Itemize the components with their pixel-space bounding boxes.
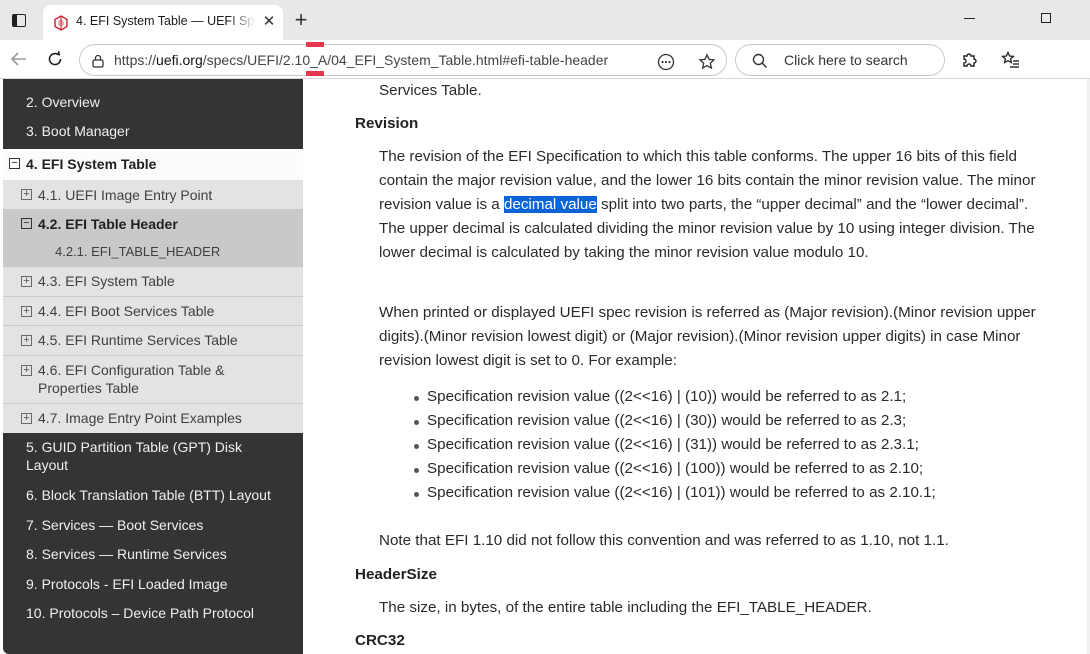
expand-icon[interactable]: + xyxy=(21,413,32,424)
search-placeholder: Click here to search xyxy=(784,52,908,68)
revision-examples-list: Specification revision value ((2<<16) | … xyxy=(379,385,1039,505)
sidebar-item-overview[interactable]: 2. Overview xyxy=(3,93,303,113)
list-item: Specification revision value ((2<<16) | … xyxy=(379,409,1039,433)
sidebar-item-label: 5. GUID Partition Table (GPT) Disk Layou… xyxy=(26,439,243,473)
sidebar-item-label: 2. Overview xyxy=(26,94,100,110)
collapse-icon[interactable]: − xyxy=(9,158,20,169)
read-aloud-button[interactable] xyxy=(656,52,676,72)
sidebar-item-label: 4.2. EFI Table Header xyxy=(38,216,178,232)
sidebar-item-boot-manager[interactable]: 3. Boot Manager xyxy=(3,122,303,142)
sidebar-item-gpt-disk-layout[interactable]: 5. GUID Partition Table (GPT) Disk Layou… xyxy=(3,438,303,478)
expand-icon[interactable]: + xyxy=(21,306,32,317)
new-tab-button[interactable]: + xyxy=(288,8,314,34)
list-item: Specification revision value ((2<<16) | … xyxy=(379,481,1039,505)
search-box[interactable]: Click here to search xyxy=(735,44,945,76)
minimize-window-icon[interactable] xyxy=(964,18,975,20)
collapse-icon[interactable]: − xyxy=(21,218,32,229)
sidebar-item-efi-table-header-struct[interactable]: 4.2.1. EFI_TABLE_HEADER xyxy=(3,239,303,267)
back-arrow-icon xyxy=(10,52,26,66)
headersize-term: HeaderSize xyxy=(355,566,437,583)
main-content: Services Table. Revision The revision of… xyxy=(303,79,1090,654)
favorite-button[interactable] xyxy=(697,52,717,72)
browser-toolbar: https://uefi.org/specs/UEFI/2.10_A/04_EF… xyxy=(0,40,1090,79)
sidebar-item-label: 4.6. EFI Configuration Table & Propertie… xyxy=(38,362,225,396)
sidebar-item-efi-runtime-services-table[interactable]: + 4.5. EFI Runtime Services Table xyxy=(3,326,303,356)
sidebar-item-efi-system-table[interactable]: − 4. EFI System Table xyxy=(3,149,303,180)
sidebar-item-label: 4.7. Image Entry Point Examples xyxy=(38,410,242,426)
extensions-button[interactable] xyxy=(958,48,982,72)
sidebar-item-efi-loaded-image[interactable]: 9. Protocols - EFI Loaded Image xyxy=(3,575,303,595)
reload-button[interactable] xyxy=(41,46,69,72)
search-icon xyxy=(752,53,768,69)
site-info-lock-icon[interactable] xyxy=(91,54,105,68)
list-item: Specification revision value ((2<<16) | … xyxy=(379,385,1039,409)
revision-printing-description: When printed or displayed UEFI spec revi… xyxy=(379,304,1036,369)
sidebar-item-label: 6. Block Translation Table (BTT) Layout xyxy=(26,487,271,503)
revision-note: Note that EFI 1.10 did not follow this c… xyxy=(379,532,949,549)
active-tab[interactable]: 4. EFI System Table — UEFI Specification… xyxy=(43,5,283,40)
list-item: Specification revision value ((2<<16) | … xyxy=(379,433,1039,457)
sidebar-item-efi-system-table-sub[interactable]: + 4.3. EFI System Table xyxy=(3,267,303,297)
sidebar-item-efi-boot-services-table[interactable]: + 4.4. EFI Boot Services Table xyxy=(3,297,303,326)
sidebar-item-uefi-image-entry-point[interactable]: + 4.1. UEFI Image Entry Point xyxy=(3,180,303,210)
tab-actions-button[interactable] xyxy=(6,7,32,33)
revision-description: The revision of the EFI Specification to… xyxy=(379,145,1039,265)
close-tab-icon[interactable]: ✕ xyxy=(259,12,279,32)
back-button[interactable] xyxy=(5,46,33,72)
sidebar-item-label: 4.2.1. EFI_TABLE_HEADER xyxy=(55,244,221,259)
url-path: /specs/UEFI/2.10_A/04_EFI_System_Table.h… xyxy=(202,52,609,68)
intro-tail-text: Services Table. xyxy=(379,82,482,99)
sidebar-item-label: 8. Services — Runtime Services xyxy=(26,546,227,562)
favorites-star-list-icon xyxy=(1001,50,1019,68)
url-prefix: https:// xyxy=(114,52,157,68)
selected-text-highlight[interactable]: decimal value xyxy=(503,196,597,213)
sidebar-item-label: 4. EFI System Table xyxy=(26,156,157,172)
headersize-description: The size, in bytes, of the entire table … xyxy=(379,599,872,616)
crc32-term: CRC32 xyxy=(355,632,405,649)
sidebar-item-label: 4.4. EFI Boot Services Table xyxy=(38,303,215,319)
sidebar-item-label: 4.1. UEFI Image Entry Point xyxy=(38,187,213,203)
sidebar-item-label: 4.5. EFI Runtime Services Table xyxy=(38,332,238,348)
favorites-button[interactable] xyxy=(999,48,1023,72)
expand-icon[interactable]: + xyxy=(21,276,32,287)
expand-icon[interactable]: + xyxy=(21,335,32,346)
expand-icon[interactable]: + xyxy=(21,189,32,200)
url-marker-top xyxy=(306,42,324,47)
tab-title: 4. EFI System Table — UEFI Specification xyxy=(76,14,256,28)
sidebar-item-label: 9. Protocols - EFI Loaded Image xyxy=(26,576,228,592)
puzzle-piece-icon xyxy=(963,53,977,67)
sidebar-item-btt-layout[interactable]: 6. Block Translation Table (BTT) Layout xyxy=(3,486,303,506)
tab-actions-icon xyxy=(12,13,26,27)
url-marker-bottom xyxy=(306,71,324,76)
maximize-window-icon[interactable] xyxy=(1041,13,1051,23)
reload-icon xyxy=(48,51,62,66)
sidebar-item-label: 4.3. EFI System Table xyxy=(38,273,175,289)
more-dots-circle-icon xyxy=(657,53,675,71)
sidebar-item-label: 3. Boot Manager xyxy=(26,123,130,139)
sidebar-item-efi-table-header[interactable]: − 4.2. EFI Table Header xyxy=(3,210,303,239)
address-bar[interactable]: https://uefi.org/specs/UEFI/2.10_A/04_EF… xyxy=(79,44,727,76)
sidebar-item-label: 10. Protocols – Device Path Protocol xyxy=(26,605,255,621)
sidebar-item-runtime-services[interactable]: 8. Services — Runtime Services xyxy=(3,545,303,565)
list-item: Specification revision value ((2<<16) | … xyxy=(379,457,1039,481)
revision-term: Revision xyxy=(355,115,419,132)
sidebar-item-boot-services[interactable]: 7. Services — Boot Services xyxy=(3,516,303,536)
url-text[interactable]: https://uefi.org/specs/UEFI/2.10_A/04_EF… xyxy=(114,52,608,68)
expand-icon[interactable]: + xyxy=(21,365,32,376)
sidebar-item-image-entry-point-examples[interactable]: + 4.7. Image Entry Point Examples xyxy=(3,404,303,433)
sidebar-navigation: 2. Overview 3. Boot Manager − 4. EFI Sys… xyxy=(3,79,303,654)
star-icon xyxy=(698,53,716,70)
sidebar-item-device-path-protocol[interactable]: 10. Protocols – Device Path Protocol xyxy=(3,604,303,624)
tab-bar: 4. EFI System Table — UEFI Specification… xyxy=(0,0,1090,40)
uefi-favicon-icon xyxy=(54,15,68,31)
sidebar-item-efi-configuration-table[interactable]: + 4.6. EFI Configuration Table & Propert… xyxy=(3,356,303,404)
url-domain: uefi.org xyxy=(156,52,203,68)
sidebar-item-label: 7. Services — Boot Services xyxy=(26,517,204,533)
